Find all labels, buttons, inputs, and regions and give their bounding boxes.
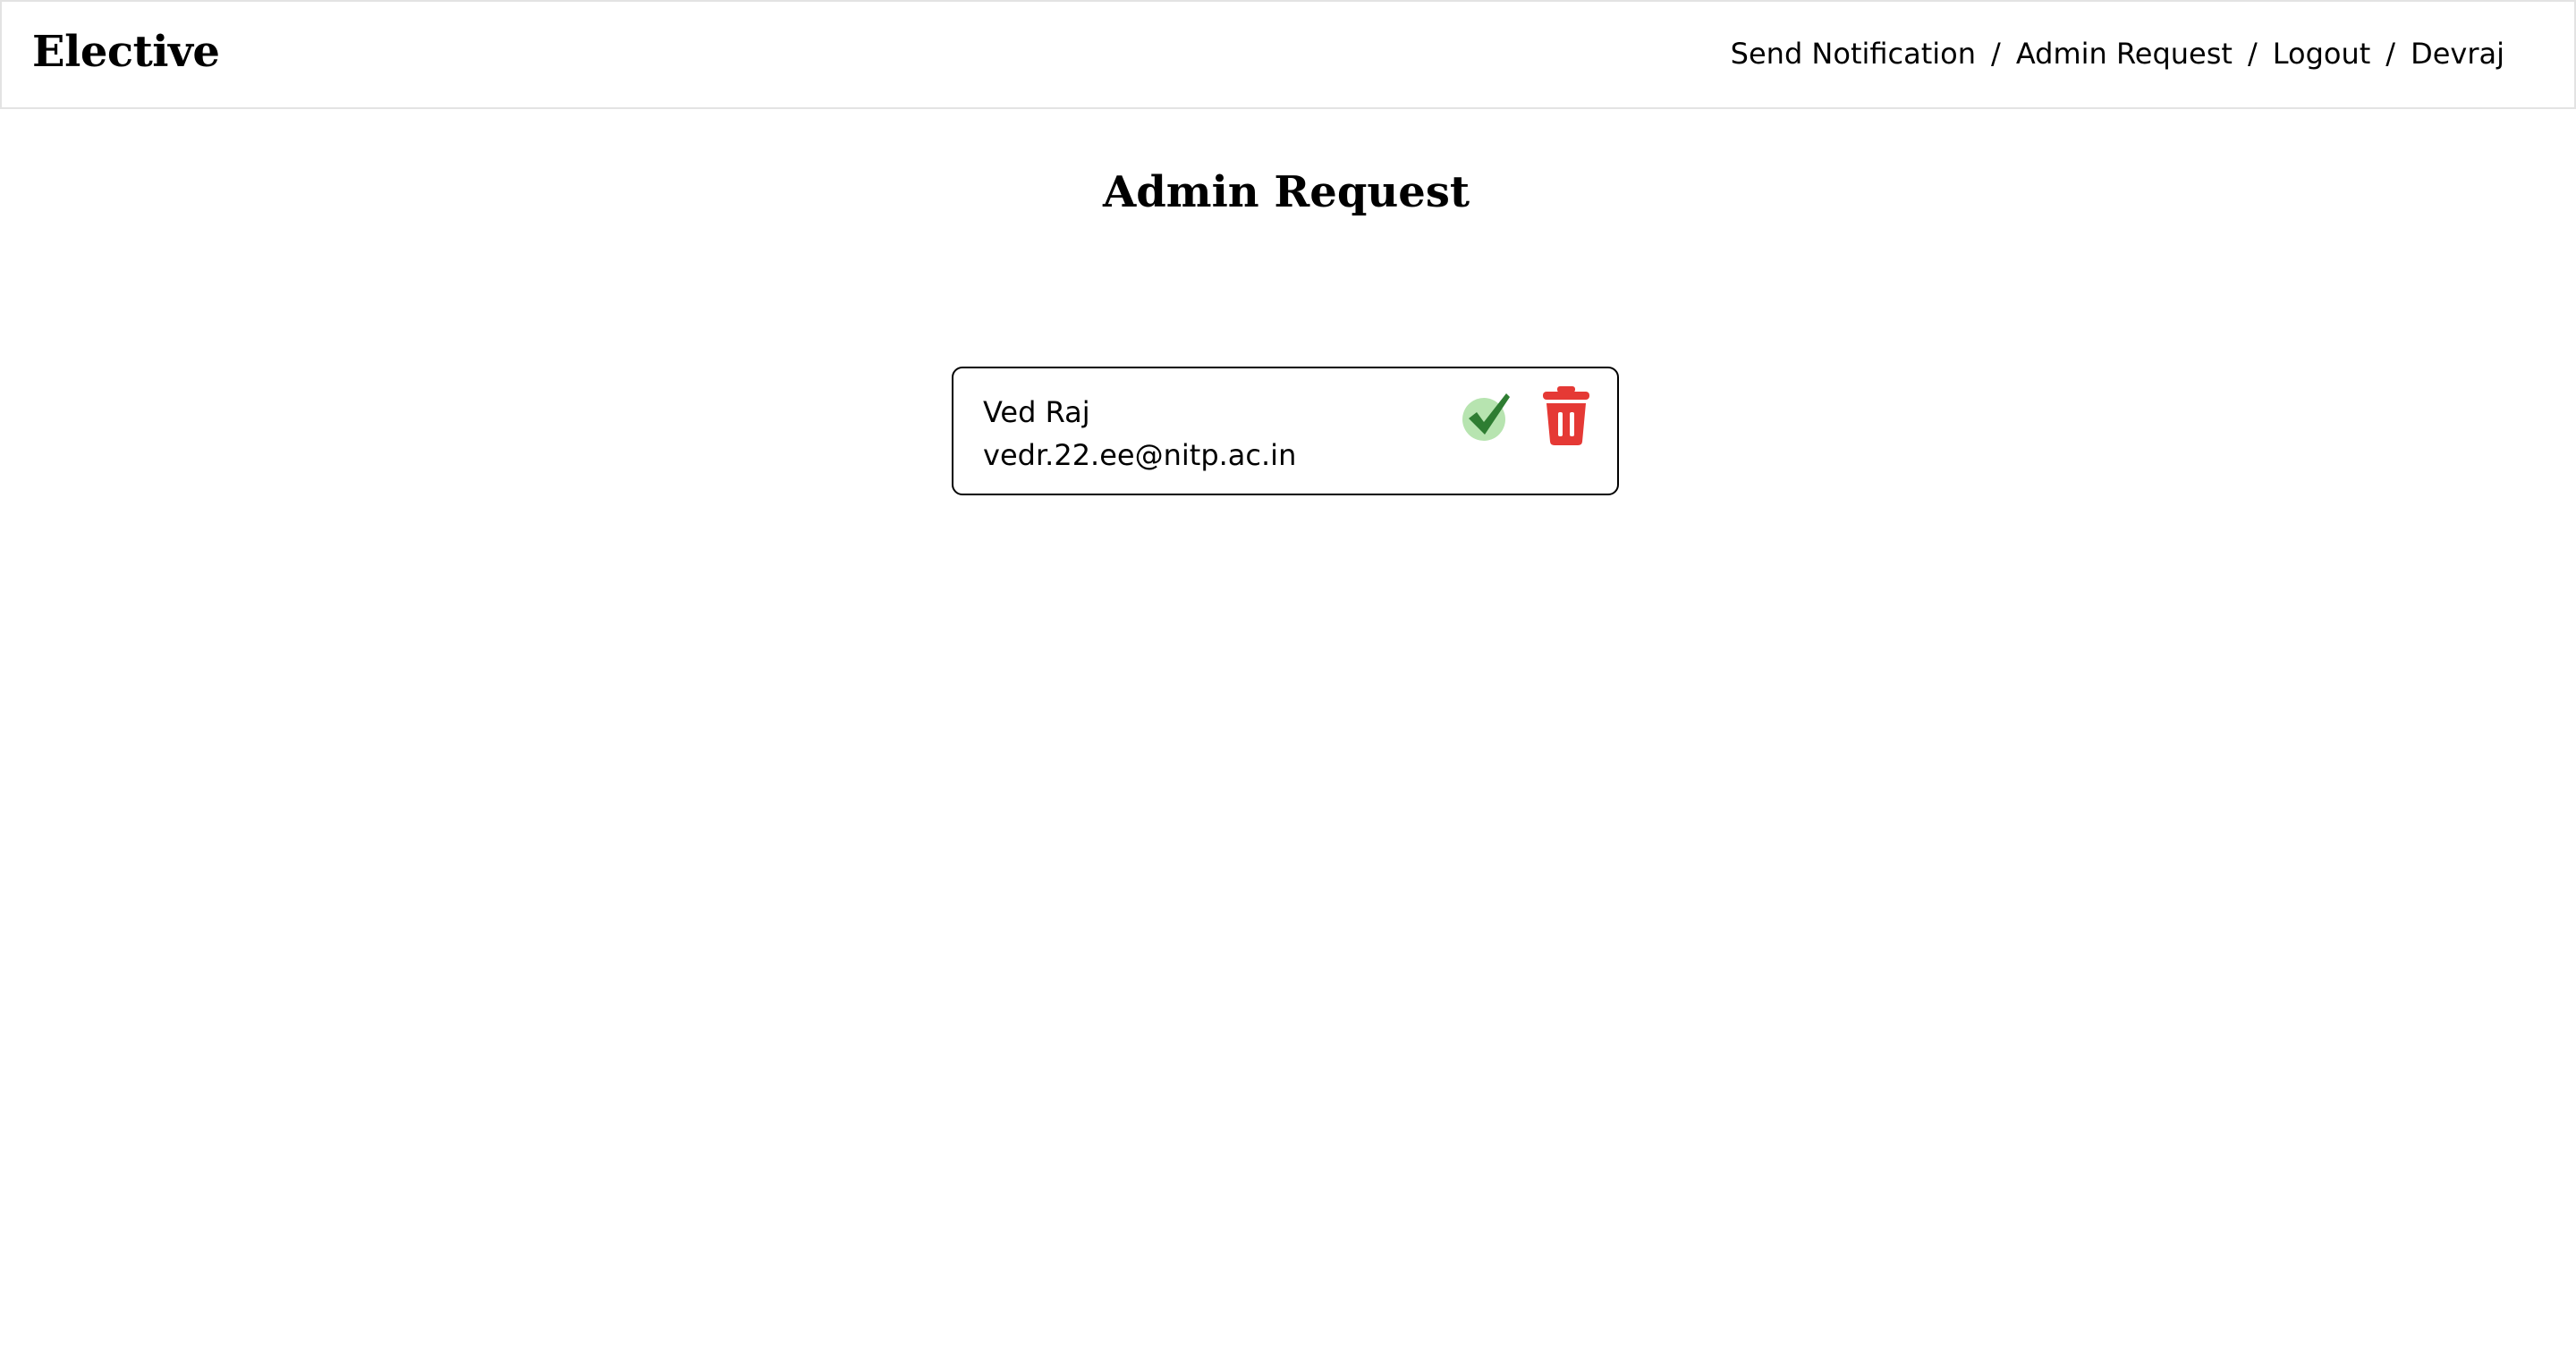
nav-user-name[interactable]: Devraj (2411, 30, 2504, 77)
brand-logo[interactable]: Elective (32, 23, 220, 80)
approve-button[interactable] (1460, 388, 1515, 443)
nav-separator: / (2247, 37, 2258, 71)
nav-separator: / (1991, 37, 2001, 71)
nav-logout[interactable]: Logout (2273, 30, 2371, 77)
delete-button[interactable] (1540, 386, 1592, 445)
trash-icon (1543, 386, 1589, 445)
admin-request-card: Ved Raj vedr.22.ee@nitp.ac.in (952, 367, 1619, 495)
nav-links: Send Notification / Admin Request / Logo… (1731, 30, 2504, 77)
requester-email: vedr.22.ee@nitp.ac.in (983, 438, 1297, 472)
nav-admin-request[interactable]: Admin Request (2016, 30, 2233, 77)
requester-name: Ved Raj (983, 395, 1090, 429)
check-icon (1462, 393, 1510, 441)
nav-send-notification[interactable]: Send Notification (1731, 30, 1976, 77)
page-title: Admin Request (1102, 167, 1470, 217)
nav-separator: / (2385, 37, 2396, 71)
navbar: Elective Send Notification / Admin Reque… (0, 0, 2576, 109)
